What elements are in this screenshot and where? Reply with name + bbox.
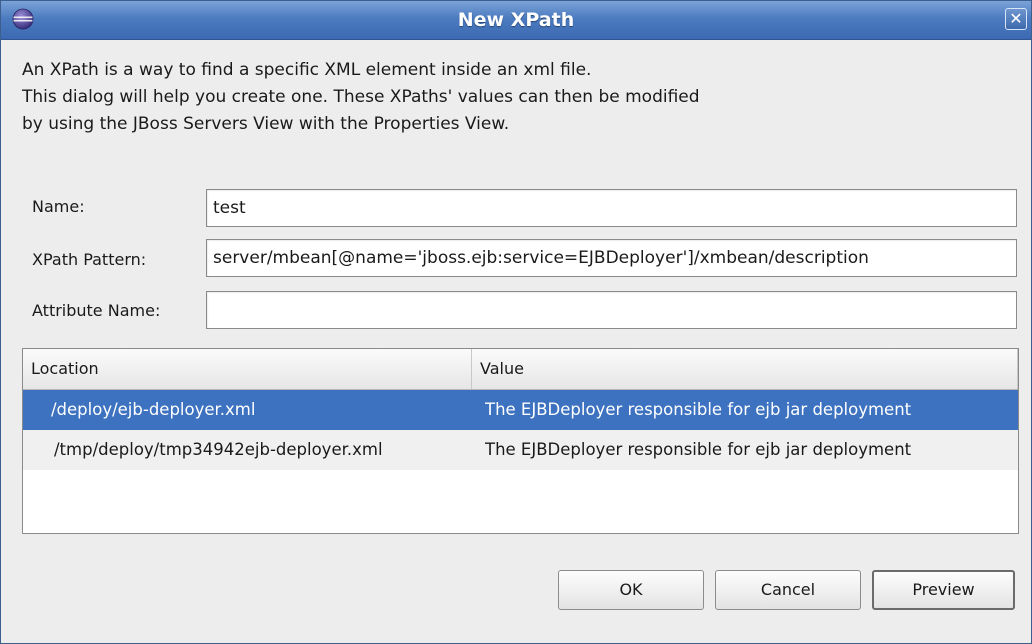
preview-button[interactable]: Preview bbox=[872, 570, 1015, 610]
xpath-pattern-field[interactable] bbox=[206, 239, 1017, 277]
column-header-value[interactable]: Value bbox=[472, 349, 1018, 389]
table-header: Location Value bbox=[23, 349, 1018, 390]
table-row[interactable]: /deploy/ejb-deployer.xml The EJBDeployer… bbox=[23, 390, 1018, 430]
new-xpath-dialog: New XPath ✕ An XPath is a way to find a … bbox=[0, 0, 1032, 644]
row-location: /deploy/ejb-deployer.xml bbox=[51, 400, 256, 419]
description-line: An XPath is a way to find a specific XML… bbox=[22, 60, 592, 80]
row-location: /tmp/deploy/tmp34942ejb-deployer.xml bbox=[54, 440, 383, 459]
column-header-location[interactable]: Location bbox=[23, 349, 472, 389]
ok-button[interactable]: OK bbox=[558, 570, 704, 610]
cancel-button[interactable]: Cancel bbox=[715, 570, 861, 610]
row-value: The EJBDeployer responsible for ejb jar … bbox=[485, 440, 912, 459]
row-value: The EJBDeployer responsible for ejb jar … bbox=[485, 400, 912, 419]
attribute-name-label: Attribute Name: bbox=[32, 301, 161, 320]
dialog-description: An XPath is a way to find a specific XML… bbox=[22, 57, 922, 138]
title-bar[interactable]: New XPath ✕ bbox=[1, 1, 1031, 40]
xpath-pattern-label: XPath Pattern: bbox=[32, 250, 147, 269]
description-line: This dialog will help you create one. Th… bbox=[22, 87, 700, 107]
close-icon: ✕ bbox=[1009, 9, 1023, 28]
dialog-title: New XPath bbox=[457, 9, 575, 31]
description-line: by using the JBoss Servers View with the… bbox=[22, 114, 510, 134]
close-button[interactable]: ✕ bbox=[1005, 8, 1027, 30]
table-row[interactable]: /tmp/deploy/tmp34942ejb-deployer.xml The… bbox=[23, 430, 1018, 470]
name-field[interactable] bbox=[206, 189, 1017, 227]
name-label: Name: bbox=[32, 197, 85, 216]
attribute-name-field[interactable] bbox=[206, 291, 1017, 329]
results-table[interactable]: Location Value /deploy/ejb-deployer.xml … bbox=[22, 348, 1019, 534]
